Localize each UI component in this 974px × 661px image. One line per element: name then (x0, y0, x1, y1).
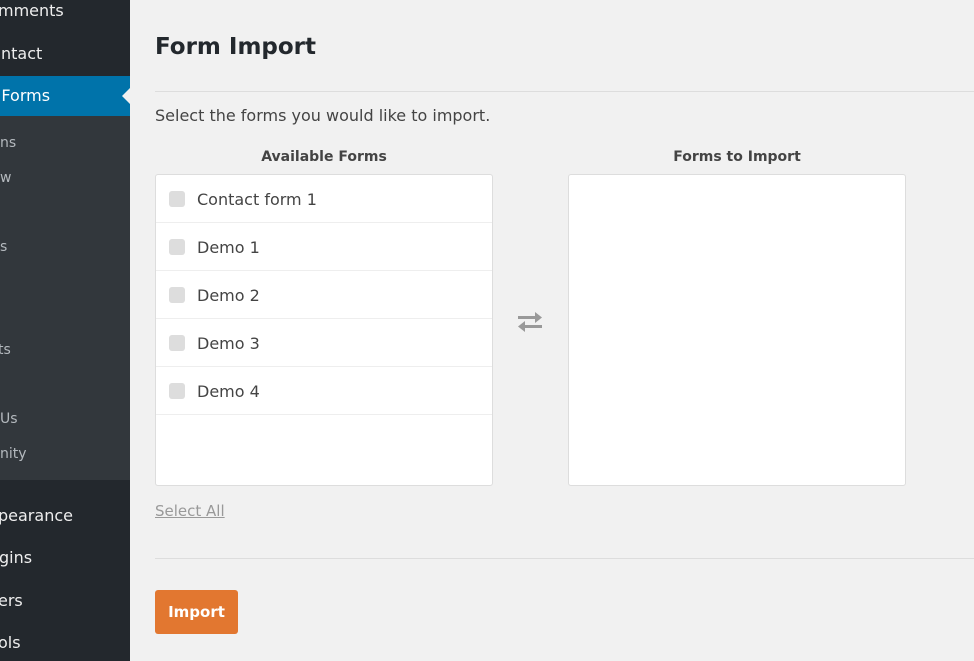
form-checkbox[interactable] (169, 335, 185, 351)
submenu-item-label: w (0, 170, 12, 186)
swap-arrows-icon[interactable] (515, 310, 545, 334)
submenu-item-about-us[interactable]: Us (0, 404, 130, 434)
sidebar-item-label: mments (0, 1, 64, 20)
admin-sidebar: mments ntact 'Forms ns w s ts Us nity pe… (0, 0, 130, 661)
sidebar-item-label: ols (0, 633, 21, 652)
form-checkbox[interactable] (169, 287, 185, 303)
submenu-item-community[interactable]: nity (0, 439, 130, 469)
submenu-item-add-new[interactable]: w (0, 163, 130, 193)
available-forms-list: Contact form 1 Demo 1 Demo 2 Demo 3 Demo… (155, 174, 493, 486)
form-checkbox[interactable] (169, 191, 185, 207)
divider (155, 558, 974, 559)
page-title: Form Import (155, 34, 317, 60)
sidebar-submenu: ns w s ts Us nity (0, 116, 130, 480)
form-label: Contact form 1 (197, 190, 317, 209)
import-button[interactable]: Import (155, 590, 238, 634)
submenu-item-addons[interactable]: ts (0, 335, 130, 365)
forms-to-import-header: Forms to Import (673, 149, 801, 165)
form-list-item[interactable]: Demo 4 (156, 367, 492, 415)
divider (155, 91, 974, 92)
submenu-item-label: Us (0, 411, 18, 427)
form-list-item[interactable]: Demo 1 (156, 223, 492, 271)
form-label: Demo 2 (197, 286, 260, 305)
forms-to-import-list (568, 174, 906, 486)
sidebar-item-plugins[interactable]: gins (0, 538, 130, 578)
form-list-item[interactable]: Demo 3 (156, 319, 492, 367)
submenu-item-label: ns (0, 135, 17, 151)
select-all-link[interactable]: Select All (155, 502, 225, 520)
submenu-item-all-forms[interactable]: ns (0, 128, 130, 158)
sidebar-item-wpforms[interactable]: 'Forms (0, 76, 130, 116)
form-label: Demo 3 (197, 334, 260, 353)
available-forms-header: Available Forms (261, 149, 387, 165)
form-label: Demo 1 (197, 238, 260, 257)
form-checkbox[interactable] (169, 239, 185, 255)
sidebar-item-label: ntact (1, 44, 43, 63)
sidebar-item-label: gins (0, 548, 33, 567)
sidebar-item-tools[interactable]: ols (0, 623, 130, 661)
sidebar-item-label: ers (0, 591, 23, 610)
submenu-item-label: s (0, 239, 8, 255)
intro-text: Select the forms you would like to impor… (155, 106, 491, 125)
form-label: Demo 4 (197, 382, 260, 401)
sidebar-item-users[interactable]: ers (0, 581, 130, 621)
form-list-item[interactable]: Demo 2 (156, 271, 492, 319)
submenu-item-label: ts (0, 342, 11, 358)
form-checkbox[interactable] (169, 383, 185, 399)
submenu-item-entries[interactable]: s (0, 232, 130, 262)
submenu-item-label: nity (0, 446, 27, 462)
sidebar-item-contact[interactable]: ntact (0, 34, 130, 74)
form-list-item[interactable]: Contact form 1 (156, 175, 492, 223)
sidebar-item-label: pearance (0, 506, 73, 525)
sidebar-item-appearance[interactable]: pearance (0, 496, 130, 536)
sidebar-item-label: 'Forms (0, 86, 51, 105)
sidebar-item-comments[interactable]: mments (0, 0, 130, 31)
